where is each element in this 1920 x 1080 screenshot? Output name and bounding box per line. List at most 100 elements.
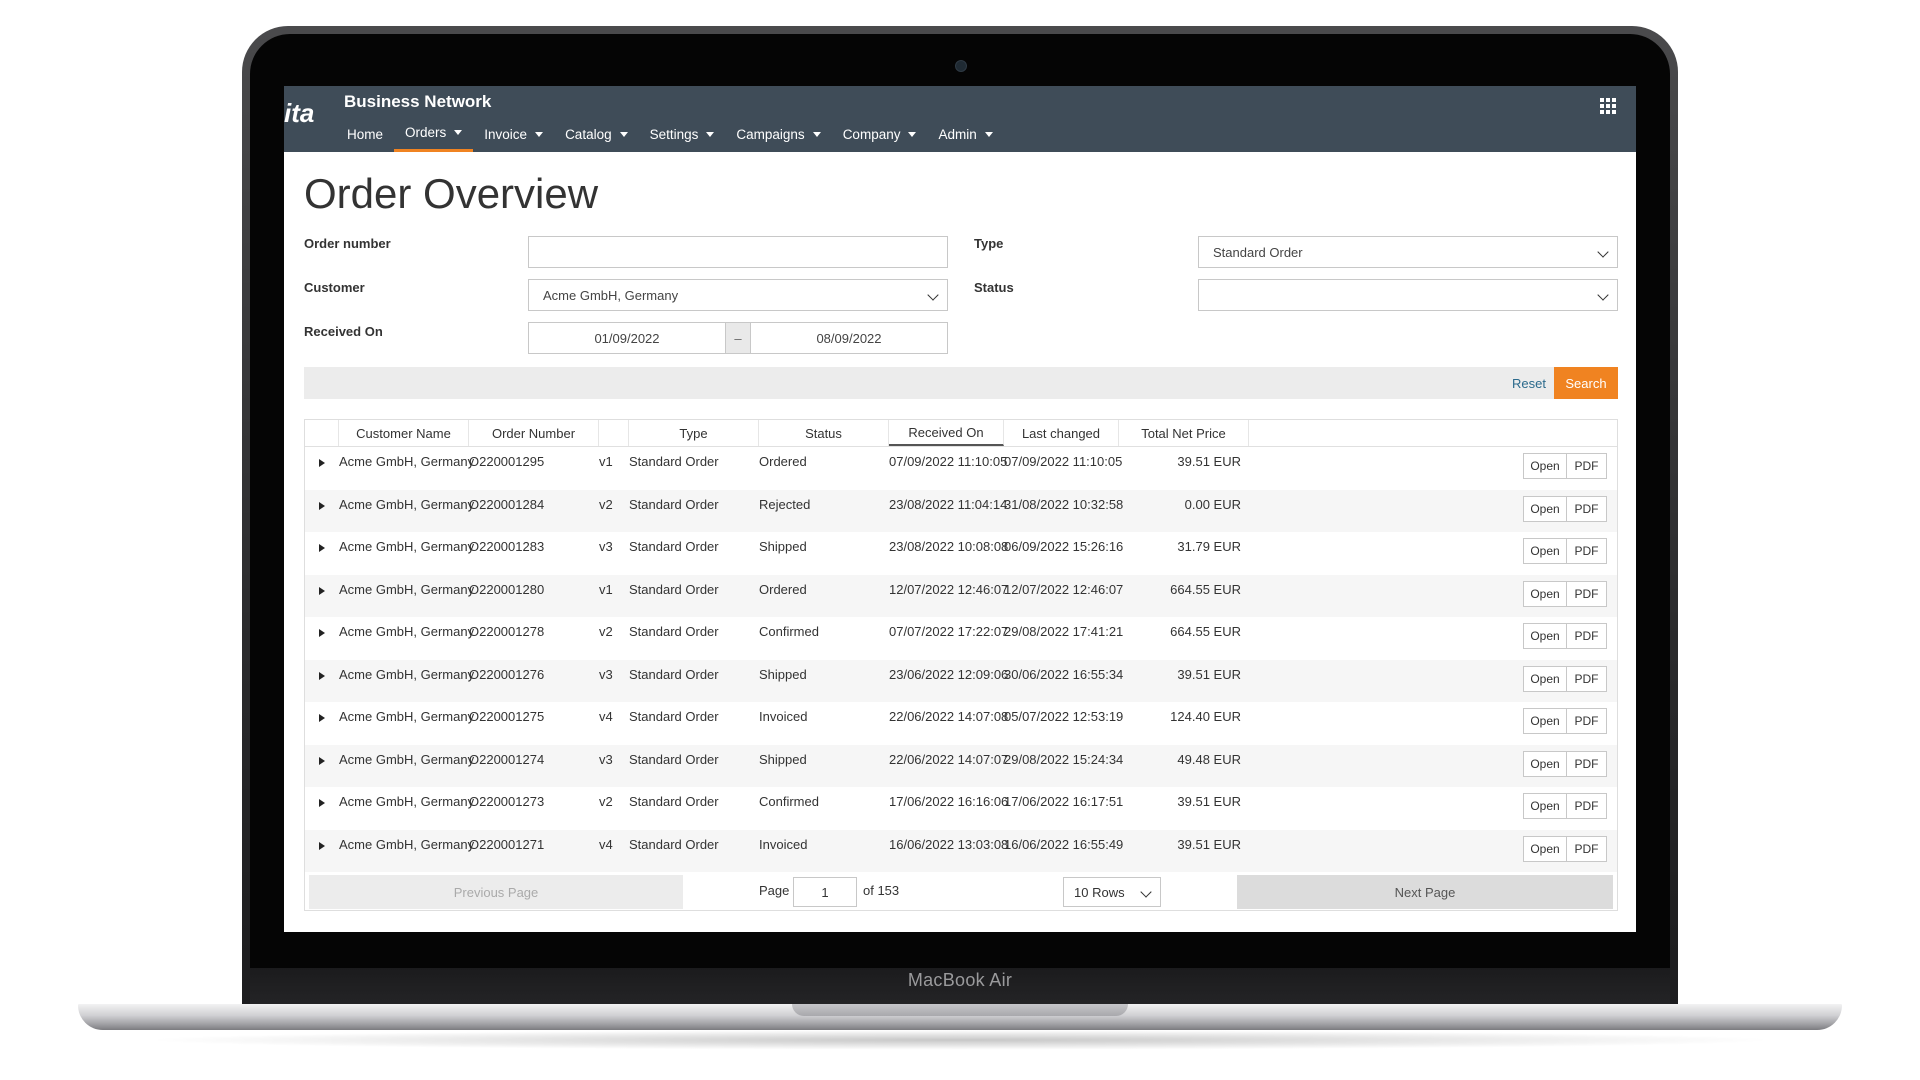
page-number-input[interactable]: 1: [793, 877, 857, 907]
column-header-customer-name[interactable]: Customer Name: [339, 420, 469, 446]
nav-item-admin[interactable]: Admin: [927, 116, 1003, 152]
pdf-button[interactable]: PDF: [1567, 665, 1607, 692]
previous-page-button[interactable]: Previous Page: [309, 875, 683, 909]
caret-right-icon[interactable]: [319, 544, 325, 552]
nav-item-company[interactable]: Company: [832, 116, 928, 152]
nav-item-invoice[interactable]: Invoice: [473, 116, 554, 152]
caret-right-icon[interactable]: [319, 586, 325, 595]
cell-customer: Acme GmbH, Germany: [339, 666, 475, 682]
pdf-button[interactable]: PDF: [1567, 708, 1607, 734]
caret-right-icon[interactable]: [319, 459, 325, 467]
cell-last-changed: 05/07/2022 12:53:19: [1004, 709, 1124, 724]
type-label: Type: [974, 236, 1004, 251]
chevron-down-icon: [1140, 886, 1152, 898]
cell-type: Standard Order: [629, 666, 719, 682]
cell-customer: Acme GmbH, Germany: [339, 581, 475, 597]
cell-customer: Acme GmbH, Germany: [339, 454, 475, 469]
cell-customer: Acme GmbH, Germany: [339, 751, 475, 767]
cell-type: Standard Order: [629, 751, 719, 767]
open-button[interactable]: Open: [1523, 708, 1567, 734]
caret-right-icon[interactable]: [319, 714, 325, 722]
column-header-total-net-price[interactable]: Total Net Price: [1119, 420, 1249, 446]
caret-right-icon[interactable]: [319, 501, 325, 510]
caret-right-icon[interactable]: [319, 841, 325, 850]
cell-last-changed: 31/08/2022 10:32:58: [1004, 496, 1124, 512]
pdf-button[interactable]: PDF: [1567, 538, 1607, 564]
pdf-button[interactable]: PDF: [1567, 453, 1607, 479]
pdf-button[interactable]: PDF: [1567, 835, 1607, 862]
table-row[interactable]: Acme GmbH, Germany O220001273 v2 Standard O…: [305, 787, 1617, 830]
received-to-input[interactable]: 08/09/2022: [751, 323, 947, 353]
nav-item-home[interactable]: Home: [336, 116, 394, 152]
table-row[interactable]: Acme GmbH, Germany O220001276 v3 Standard O…: [305, 659, 1617, 702]
order-number-input[interactable]: [528, 236, 948, 268]
table-row[interactable]: Acme GmbH, Germany O220001271 v4 Standard O…: [305, 829, 1617, 872]
open-button[interactable]: Open: [1523, 835, 1567, 862]
rows-per-page-select[interactable]: 10 Rows: [1063, 877, 1161, 907]
table-row[interactable]: Acme GmbH, Germany O220001274 v3 Standard O…: [305, 744, 1617, 787]
caret-right-icon[interactable]: [319, 629, 325, 637]
open-button[interactable]: Open: [1523, 580, 1567, 607]
pdf-button[interactable]: PDF: [1567, 495, 1607, 522]
open-button[interactable]: Open: [1523, 453, 1567, 479]
pdf-button[interactable]: PDF: [1567, 793, 1607, 819]
status-select[interactable]: [1198, 279, 1618, 311]
column-header-type[interactable]: Type: [629, 420, 759, 446]
column-header-received-on[interactable]: Received On: [889, 420, 1004, 446]
nav-item-orders[interactable]: Orders: [394, 116, 474, 152]
cell-last-changed: 30/06/2022 16:55:34: [1004, 666, 1124, 682]
row-actions: Open PDF: [1523, 750, 1607, 777]
open-button[interactable]: Open: [1523, 538, 1567, 564]
grid-icon[interactable]: [1600, 98, 1616, 114]
row-actions: Open PDF: [1523, 538, 1607, 564]
nav-item-settings[interactable]: Settings: [639, 116, 726, 152]
cell-version: v3: [599, 666, 613, 682]
caret-right-icon[interactable]: [319, 799, 325, 807]
cell-received-on: 07/07/2022 17:22:07: [889, 624, 1009, 639]
cell-total-net-price: 49.48 EUR: [1177, 751, 1241, 767]
received-from-input[interactable]: 01/09/2022: [529, 323, 725, 353]
column-header-order-number[interactable]: Order Number: [469, 420, 599, 446]
caret-down-icon: [908, 131, 917, 137]
row-actions: Open PDF: [1523, 453, 1607, 479]
open-button[interactable]: Open: [1523, 495, 1567, 522]
table-row[interactable]: Acme GmbH, Germany O220001280 v1 Standard O…: [305, 574, 1617, 617]
cell-customer: Acme GmbH, Germany: [339, 794, 475, 809]
cell-received-on: 07/09/2022 11:10:05: [889, 454, 1008, 469]
customer-select[interactable]: Acme GmbH, Germany: [528, 279, 948, 311]
pdf-button[interactable]: PDF: [1567, 750, 1607, 777]
chevron-down-icon: [927, 289, 939, 301]
nav-item-catalog[interactable]: Catalog: [554, 116, 639, 152]
pdf-button[interactable]: PDF: [1567, 623, 1607, 649]
open-button[interactable]: Open: [1523, 793, 1567, 819]
column-header-status[interactable]: Status: [759, 420, 889, 446]
nav-item-label: Orders: [405, 125, 447, 140]
camera-icon: [955, 60, 967, 72]
column-header-spacer: [1249, 420, 1636, 446]
row-actions: Open PDF: [1523, 495, 1607, 522]
type-select[interactable]: Standard Order: [1198, 236, 1618, 268]
pdf-button[interactable]: PDF: [1567, 580, 1607, 607]
table-row[interactable]: Acme GmbH, Germany O220001275 v4 Standard O…: [305, 702, 1617, 745]
search-button[interactable]: Search: [1554, 367, 1618, 399]
cell-received-on: 23/06/2022 12:09:06: [889, 666, 1009, 682]
table-row[interactable]: Acme GmbH, Germany O220001295 v1 Standard O…: [305, 447, 1617, 490]
app-logo[interactable]: ita: [284, 98, 314, 129]
caret-right-icon[interactable]: [319, 756, 325, 765]
table-row[interactable]: Acme GmbH, Germany O220001283 v3 Standard O…: [305, 532, 1617, 575]
table-row[interactable]: Acme GmbH, Germany O220001278 v2 Standard O…: [305, 617, 1617, 660]
cell-status: Invoiced: [759, 709, 808, 724]
cell-total-net-price: 0.00 EUR: [1184, 496, 1241, 512]
open-button[interactable]: Open: [1523, 665, 1567, 692]
open-button[interactable]: Open: [1523, 750, 1567, 777]
next-page-button[interactable]: Next Page: [1237, 875, 1613, 909]
caret-right-icon[interactable]: [319, 671, 325, 680]
table-row[interactable]: Acme GmbH, Germany O220001284 v2 Standard O…: [305, 489, 1617, 532]
nav-item-campaigns[interactable]: Campaigns: [725, 116, 831, 152]
open-button[interactable]: Open: [1523, 623, 1567, 649]
cell-version: v2: [599, 496, 613, 512]
cell-customer: Acme GmbH, Germany: [339, 496, 475, 512]
column-header-last-changed[interactable]: Last changed: [1004, 420, 1119, 446]
reset-button[interactable]: Reset: [1504, 367, 1554, 399]
cell-order-number: O220001273: [469, 794, 545, 809]
